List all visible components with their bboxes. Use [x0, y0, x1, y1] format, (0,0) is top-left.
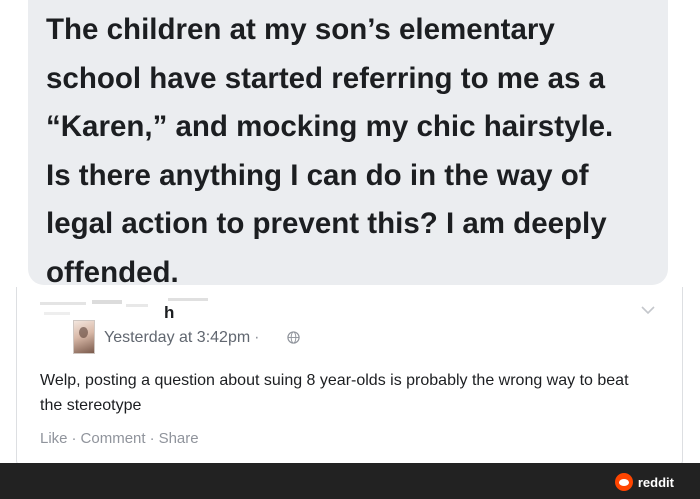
chevron-down-icon[interactable]	[641, 305, 655, 315]
avatar[interactable]	[73, 320, 95, 354]
timestamp-text[interactable]: Yesterday at 3:42pm	[104, 329, 250, 346]
action-separator: ·	[149, 430, 155, 447]
comment-link[interactable]: Comment	[81, 430, 146, 447]
action-separator: ·	[71, 430, 77, 447]
share-link[interactable]: Share	[159, 430, 199, 447]
redacted-author-name	[40, 298, 208, 315]
comment-timestamp[interactable]: Yesterday at 3:42pm ·	[104, 329, 260, 347]
reddit-label: reddit	[637, 474, 674, 490]
reddit-watermark: reddit	[614, 473, 674, 491]
globe-icon	[287, 331, 300, 344]
like-link[interactable]: Like	[40, 430, 68, 447]
comment-author-name[interactable]: h	[164, 303, 174, 323]
timestamp-separator: ·	[254, 329, 260, 346]
original-post-text: The children at my son’s elementary scho…	[46, 13, 614, 289]
watermark-bar: reddit	[0, 463, 700, 499]
reddit-icon	[614, 473, 633, 491]
comment-text: Welp, posting a question about suing 8 y…	[40, 372, 629, 414]
comment-actions: Like · Comment · Share	[40, 430, 199, 447]
